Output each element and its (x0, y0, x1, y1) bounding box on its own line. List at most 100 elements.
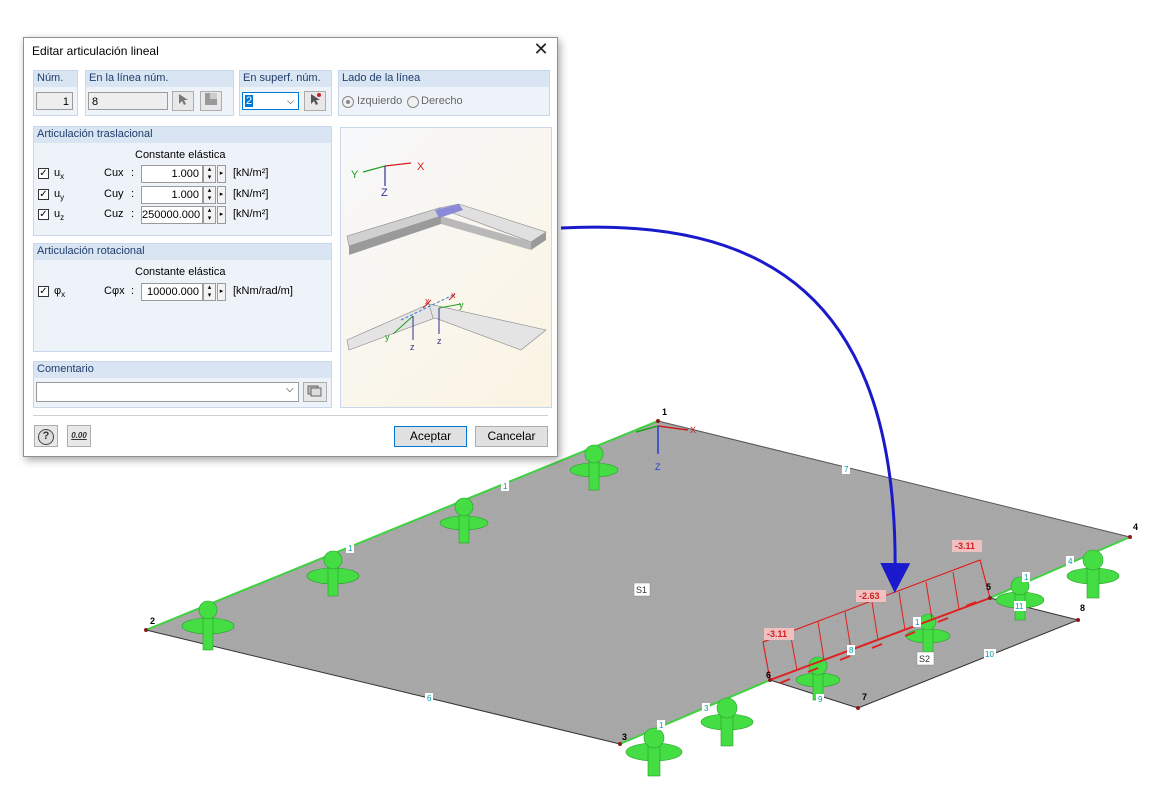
cuy-menu-button[interactable]: ▸ (217, 186, 226, 204)
preview-z-label: Z (381, 187, 388, 199)
cuz-input[interactable]: 250000.000 (141, 206, 203, 224)
cphix-spinner[interactable]: ▴ ▾ (203, 283, 216, 301)
number-header: Núm. (37, 72, 64, 84)
cux-spinner[interactable]: ▴ ▾ (203, 165, 216, 183)
svg-text:3: 3 (704, 704, 709, 713)
svg-text:1: 1 (503, 482, 508, 491)
right-side-radio[interactable] (407, 96, 419, 108)
node-label: 8 (1080, 603, 1085, 613)
svg-text:1: 1 (1024, 573, 1029, 582)
line-side-group: Lado de la línea Izquierdo Derecho (338, 70, 550, 116)
surface-label-s2: S2 (919, 654, 930, 664)
svg-text:1: 1 (659, 721, 664, 730)
preview-x-label: X (417, 161, 425, 173)
line-number-field[interactable]: 8 (88, 92, 168, 110)
ux-checkbox[interactable]: ✓ (38, 168, 49, 179)
cphix-label: Cφx (104, 285, 125, 297)
help-button[interactable]: ? (34, 425, 58, 447)
comment-library-button[interactable] (303, 382, 327, 402)
uz-checkbox[interactable]: ✓ (38, 209, 49, 220)
help-icon: ? (38, 429, 54, 445)
number-field[interactable]: 1 (36, 92, 73, 110)
pick-surface-button[interactable] (304, 91, 326, 111)
line-side-header: Lado de la línea (342, 72, 421, 84)
svg-text:7: 7 (844, 465, 849, 474)
svg-text:6: 6 (427, 694, 432, 703)
hinge-preview-image: X Y Z x x y y z z (340, 127, 552, 408)
chevron-down-icon[interactable]: ⌵ (286, 384, 294, 395)
svg-text:11: 11 (1015, 602, 1024, 611)
cuz-unit: [kN/m²] (233, 208, 269, 220)
cuy-spinner[interactable]: ▴ ▾ (203, 186, 216, 204)
edit-line-hinge-dialog: Editar articulación lineal ✕ Núm. 1 En l… (23, 37, 558, 457)
ux-label: ux (54, 167, 65, 182)
svg-text:4: 4 (1068, 557, 1073, 566)
number-group: Núm. 1 (33, 70, 78, 116)
uy-label: uy (54, 188, 65, 203)
rotational-hinge-group: Articulación rotacional Constante elásti… (33, 243, 332, 352)
preview-local-x-label: x (425, 296, 430, 306)
node-label: 7 (862, 692, 867, 702)
phix-checkbox[interactable]: ✓ (38, 286, 49, 297)
left-side-radio[interactable] (342, 96, 354, 108)
uy-checkbox[interactable]: ✓ (38, 189, 49, 200)
cuy-input[interactable]: 1.000 (141, 186, 203, 204)
surface-label-s1: S1 (636, 585, 647, 595)
node-label: 4 (1133, 522, 1138, 532)
coordinate-axes-icon: X Y Z (351, 161, 425, 199)
left-side-label: Izquierdo (357, 95, 403, 107)
surface-number-group: En superf. núm. 2 ⌵ (239, 70, 332, 116)
colon: : (131, 208, 135, 220)
units-button[interactable]: 0.00 (67, 425, 91, 447)
colon: : (131, 188, 135, 200)
phix-label: φx (54, 285, 66, 300)
axis-x-label: X (690, 425, 696, 435)
node-label: 1 (662, 407, 667, 417)
cux-menu-button[interactable]: ▸ (217, 165, 226, 183)
translational-header: Articulación traslacional (37, 128, 153, 140)
preview-local-y-label: y (385, 332, 390, 342)
preview-local-z-label: z (410, 342, 415, 352)
pick-line-button[interactable] (172, 91, 194, 111)
cphix-unit: [kNm/rad/m] (233, 285, 293, 297)
cuz-spinner[interactable]: ▴ ▾ (203, 206, 216, 224)
comment-input[interactable] (36, 382, 299, 402)
cuz-menu-button[interactable]: ▸ (217, 206, 226, 224)
select-graphic-button[interactable] (200, 91, 222, 111)
ok-button[interactable]: Aceptar (394, 426, 467, 447)
library-icon (307, 385, 322, 397)
cuy-label: Cuy (104, 188, 124, 200)
cux-unit: [kN/m²] (233, 167, 269, 179)
right-side-label: Derecho (421, 95, 463, 107)
cuy-unit: [kN/m²] (233, 188, 269, 200)
surface-number-value: 2 (245, 95, 254, 107)
axis-z-label: Z (655, 462, 661, 472)
rotational-header: Articulación rotacional (37, 245, 145, 257)
svg-text:1: 1 (348, 544, 353, 553)
node-label: 6 (766, 670, 771, 680)
cux-input[interactable]: 1.000 (141, 165, 203, 183)
node-label: 5 (986, 582, 991, 592)
cphix-menu-button[interactable]: ▸ (217, 283, 226, 301)
surface-number-header: En superf. núm. (243, 72, 321, 84)
diagram-value-label: -3.11 (767, 629, 787, 639)
cux-label: Cux (104, 167, 124, 179)
colon: : (131, 285, 135, 297)
comment-group: Comentario ⌵ (33, 361, 332, 408)
spring-constant-header: Constante elástica (135, 149, 226, 161)
close-icon[interactable]: ✕ (531, 40, 551, 60)
cursor-icon (179, 94, 188, 105)
cancel-button[interactable]: Cancelar (475, 426, 548, 447)
cuz-label: Cuz (104, 208, 124, 220)
colon: : (131, 167, 135, 179)
cursor-icon (311, 93, 321, 105)
diagram-value-label: -3.11 (955, 541, 975, 551)
separator (33, 415, 548, 416)
cphix-input[interactable]: 10000.000 (141, 283, 203, 301)
svg-text:9: 9 (818, 695, 823, 704)
plates-illustration: x x y y z z (346, 203, 547, 352)
comment-header: Comentario (37, 363, 94, 375)
node-label: 3 (622, 732, 627, 742)
surface-number-select[interactable]: 2 ⌵ (242, 92, 299, 110)
svg-text:1: 1 (915, 618, 920, 627)
